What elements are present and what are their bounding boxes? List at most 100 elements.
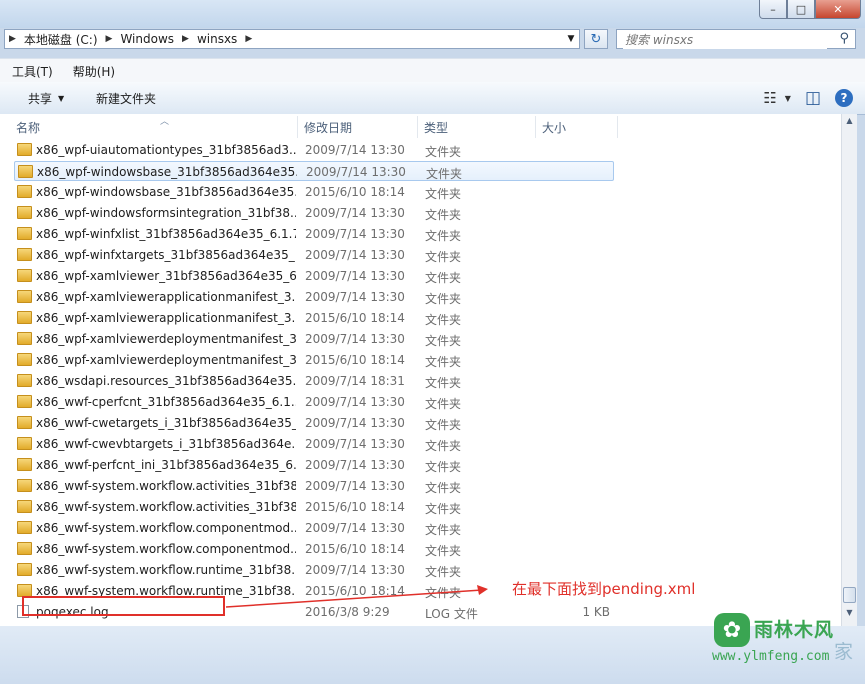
command-bar: 共享 ▼ 新建文件夹 ☷ ▼ ◫ ?: [0, 82, 865, 115]
folder-row[interactable]: x86_wwf-cperfcnt_31bf3856ad364e35_6.1...…: [14, 392, 614, 412]
row-date: 2009/7/14 13:30: [305, 248, 405, 262]
row-date: 2015/6/10 18:14: [305, 185, 405, 199]
folder-row[interactable]: x86_wwf-system.workflow.componentmod... 2…: [14, 539, 614, 559]
menu-tools[interactable]: 工具(T): [4, 63, 61, 80]
row-type: 文件夹: [425, 229, 462, 243]
row-type: 文件夹: [425, 376, 462, 390]
row-type: 文件夹: [425, 145, 462, 159]
row-date: 2009/7/14 13:30: [305, 332, 405, 346]
new-folder-button[interactable]: 新建文件夹: [96, 90, 156, 107]
folder-row[interactable]: x86_wpf-winfxtargets_31bf3856ad364e35_..…: [14, 245, 614, 265]
scroll-up-icon[interactable]: ▲: [844, 116, 855, 130]
minimize-button[interactable]: –: [759, 0, 787, 19]
folder-row[interactable]: x86_wwf-cwevbtargets_i_31bf3856ad364e...…: [14, 434, 614, 454]
row-type: 文件夹: [425, 418, 462, 432]
folder-icon: [17, 185, 32, 198]
column-header-date[interactable]: 修改日期: [298, 116, 418, 138]
row-type: 文件夹: [425, 565, 462, 579]
column-header-size[interactable]: 大小: [536, 116, 618, 138]
folder-row[interactable]: x86_wpf-uiautomationtypes_31bf3856ad3...…: [14, 140, 614, 160]
scrollbar-thumb[interactable]: [843, 587, 856, 603]
row-name: x86_wwf-perfcnt_ini_31bf3856ad364e35_6..…: [36, 458, 296, 472]
share-button[interactable]: 共享 ▼: [28, 90, 64, 107]
maximize-button[interactable]: □: [787, 0, 815, 19]
folder-row[interactable]: x86_wpf-winfxlist_31bf3856ad364e35_6.1.7…: [14, 224, 614, 244]
folder-icon: [17, 437, 32, 450]
address-history-dropdown-icon[interactable]: ▼: [563, 30, 579, 48]
folder-row[interactable]: x86_wwf-system.workflow.activities_31bf3…: [14, 476, 614, 496]
row-name: x86_wpf-winfxtargets_31bf3856ad364e35_..…: [36, 248, 296, 262]
folder-row[interactable]: x86_wwf-perfcnt_ini_31bf3856ad364e35_6..…: [14, 455, 614, 475]
address-bar[interactable]: ▶ 本地磁盘 (C:) ▶ Windows ▶ winsxs ▶ ▼: [4, 29, 580, 49]
column-date-label: 修改日期: [304, 120, 353, 135]
row-name: x86_wpf-xamlviewerdeploymentmanifest_3..…: [36, 332, 296, 346]
row-date: 2009/7/14 13:30: [305, 227, 405, 241]
row-name: x86_wpf-windowsbase_31bf3856ad364e35...: [36, 185, 296, 199]
folder-icon: [17, 563, 32, 576]
row-name: x86_wwf-system.workflow.runtime_31bf38..…: [36, 563, 296, 577]
close-button[interactable]: ✕: [815, 0, 861, 19]
folder-icon: [17, 374, 32, 387]
breadcrumb-windows[interactable]: Windows: [116, 32, 178, 46]
folder-row[interactable]: x86_wpf-xamlviewer_31bf3856ad364e35_6...…: [14, 266, 614, 286]
row-date: 2009/7/14 13:30: [305, 479, 405, 493]
refresh-icon[interactable]: ↻: [584, 29, 608, 49]
breadcrumb-winsxs[interactable]: winsxs: [193, 32, 241, 46]
folder-icon: [17, 206, 32, 219]
breadcrumb-drive[interactable]: 本地磁盘 (C:): [20, 31, 102, 48]
folder-row[interactable]: x86_wpf-windowsbase_31bf3856ad364e35... 2…: [14, 182, 614, 202]
row-name: x86_wwf-cwetargets_i_31bf3856ad364e35_..…: [36, 416, 296, 430]
sort-ascending-icon: ︿: [160, 117, 170, 127]
help-icon[interactable]: ?: [835, 89, 853, 107]
folder-icon: [17, 458, 32, 471]
folder-row[interactable]: x86_wsdapi.resources_31bf3856ad364e35...…: [14, 371, 614, 391]
row-name: x86_wpf-windowsformsintegration_31bf38..…: [36, 206, 296, 220]
row-date: 2009/7/14 13:30: [305, 206, 405, 220]
share-label: 共享: [28, 92, 53, 106]
folder-row[interactable]: x86_wpf-windowsbase_31bf3856ad364e35... 2…: [14, 161, 614, 181]
chevron-right-icon[interactable]: ▶: [102, 34, 117, 44]
file-list: 名称 ︿ 修改日期 类型 大小 x86_wpf-uiautomationtype…: [0, 114, 857, 626]
row-date: 2009/7/14 13:30: [305, 269, 405, 283]
row-date: 2009/7/14 13:30: [305, 395, 405, 409]
folder-row[interactable]: x86_wpf-xamlviewerdeploymentmanifest_3..…: [14, 350, 614, 370]
row-date: 2015/6/10 18:14: [305, 353, 405, 367]
row-date: 2009/7/14 13:30: [305, 437, 405, 451]
folder-row[interactable]: x86_wwf-cwetargets_i_31bf3856ad364e35_..…: [14, 413, 614, 433]
search-box[interactable]: ⚲: [616, 29, 856, 49]
row-type: 文件夹: [425, 397, 462, 411]
window-controls: – □ ✕: [759, 0, 861, 19]
folder-icon: [17, 290, 32, 303]
view-options-button[interactable]: ☷ ▼: [763, 89, 791, 107]
folder-row[interactable]: x86_wpf-xamlviewerdeploymentmanifest_3..…: [14, 329, 614, 349]
vertical-scrollbar[interactable]: ▲ ▼: [841, 114, 857, 626]
row-type: 文件夹: [425, 250, 462, 264]
folder-row[interactable]: x86_wpf-xamlviewerapplicationmanifest_3.…: [14, 287, 614, 307]
row-type: 文件夹: [425, 502, 462, 516]
folder-row[interactable]: x86_wpf-windowsformsintegration_31bf38..…: [14, 203, 614, 223]
breadcrumb-root-chevron-icon[interactable]: ▶: [5, 34, 20, 44]
row-type: 文件夹: [425, 271, 462, 285]
watermark-url: www.ylmfeng.com: [712, 649, 830, 664]
folder-icon: [17, 332, 32, 345]
chevron-right-icon[interactable]: ▶: [241, 34, 256, 44]
folder-row[interactable]: x86_wwf-system.workflow.componentmod... 2…: [14, 518, 614, 538]
row-size: 1 KB: [582, 605, 610, 619]
folder-icon: [17, 542, 32, 555]
row-type: 文件夹: [425, 313, 462, 327]
search-input[interactable]: [623, 31, 827, 49]
row-type: 文件夹: [425, 439, 462, 453]
chevron-right-icon[interactable]: ▶: [178, 34, 193, 44]
folder-icon: [17, 269, 32, 282]
column-header-name[interactable]: 名称 ︿: [10, 116, 298, 138]
row-date: 2009/7/14 18:31: [305, 374, 405, 388]
folder-row[interactable]: x86_wwf-system.workflow.runtime_31bf38..…: [14, 560, 614, 580]
menu-help[interactable]: 帮助(H): [65, 63, 123, 80]
row-name: x86_wsdapi.resources_31bf3856ad364e35...: [36, 374, 296, 388]
row-type: 文件夹: [425, 355, 462, 369]
search-icon[interactable]: ⚲: [839, 31, 849, 46]
folder-row[interactable]: x86_wwf-system.workflow.activities_31bf3…: [14, 497, 614, 517]
folder-row[interactable]: x86_wpf-xamlviewerapplicationmanifest_3.…: [14, 308, 614, 328]
column-header-type[interactable]: 类型: [418, 116, 536, 138]
preview-pane-icon[interactable]: ◫: [805, 88, 821, 108]
